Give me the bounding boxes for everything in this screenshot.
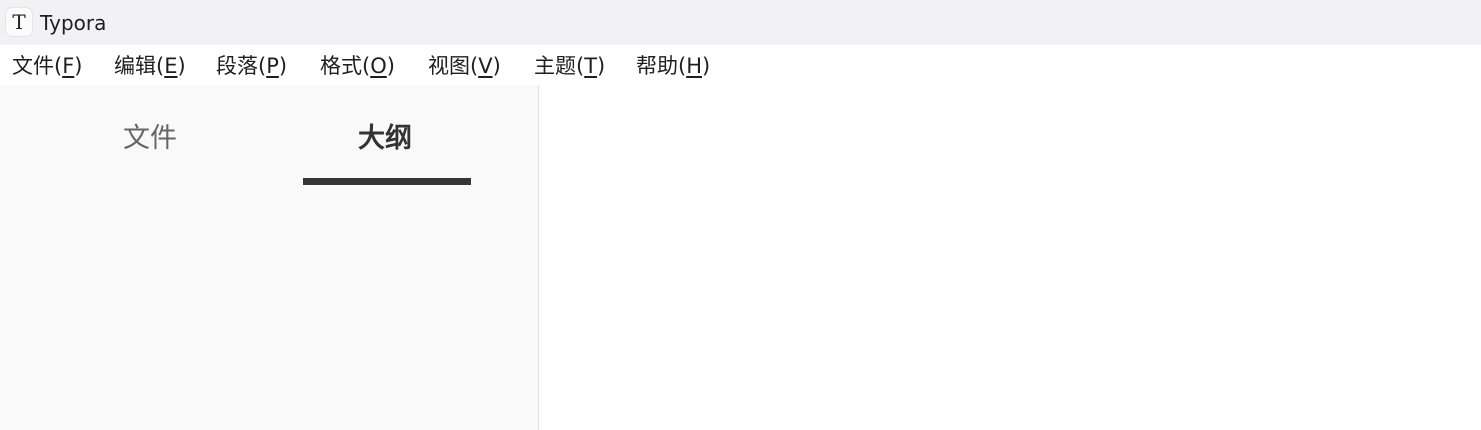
tab-outline[interactable]: 大纲 [358, 121, 412, 157]
menu-file-mnemonic: F [62, 54, 75, 78]
menu-view-close: ) [492, 54, 501, 78]
menu-bar: 文件(F) 编辑(E) 段落(P) 格式(O) 视图(V) 主题(T) 帮助(H… [0, 45, 1481, 85]
menu-file-label: 文件( [12, 54, 63, 78]
menu-paragraph-close: ) [278, 54, 288, 78]
menu-paragraph-label: 段落( [216, 54, 267, 78]
title-bar: T Typora [0, 0, 1481, 45]
menu-theme-label: 主题( [534, 54, 585, 78]
menu-edit-close: ) [177, 54, 186, 78]
menu-paragraph-mnemonic: P [266, 54, 279, 78]
menu-view[interactable]: 视图(V) [428, 51, 501, 81]
menu-help-close: ) [702, 54, 711, 78]
menu-file-close: ) [74, 54, 83, 78]
editor-area[interactable] [539, 85, 1481, 430]
active-tab-indicator [303, 178, 471, 185]
window-title: Typora [40, 11, 107, 35]
menu-format-label: 格式( [320, 54, 371, 78]
menu-help-label: 帮助( [636, 54, 687, 78]
menu-help[interactable]: 帮助(H) [636, 51, 710, 81]
menu-paragraph[interactable]: 段落(P) [216, 51, 287, 81]
menu-theme[interactable]: 主题(T) [534, 51, 605, 81]
menu-edit[interactable]: 编辑(E) [114, 51, 186, 81]
menu-edit-label: 编辑( [114, 54, 165, 78]
typora-app-icon: T [6, 8, 32, 36]
menu-format-mnemonic: O [370, 54, 387, 78]
menu-format-close: ) [386, 54, 395, 78]
menu-edit-mnemonic: E [164, 54, 178, 78]
menu-file[interactable]: 文件(F) [12, 51, 83, 81]
menu-help-mnemonic: H [686, 54, 702, 78]
menu-theme-mnemonic: T [584, 54, 598, 78]
menu-view-mnemonic: V [478, 54, 493, 78]
menu-view-label: 视图( [428, 54, 479, 78]
sidebar: 文件 大纲 [0, 85, 539, 430]
menu-theme-close: ) [597, 54, 606, 78]
tab-files[interactable]: 文件 [123, 121, 177, 157]
menu-format[interactable]: 格式(O) [320, 51, 395, 81]
